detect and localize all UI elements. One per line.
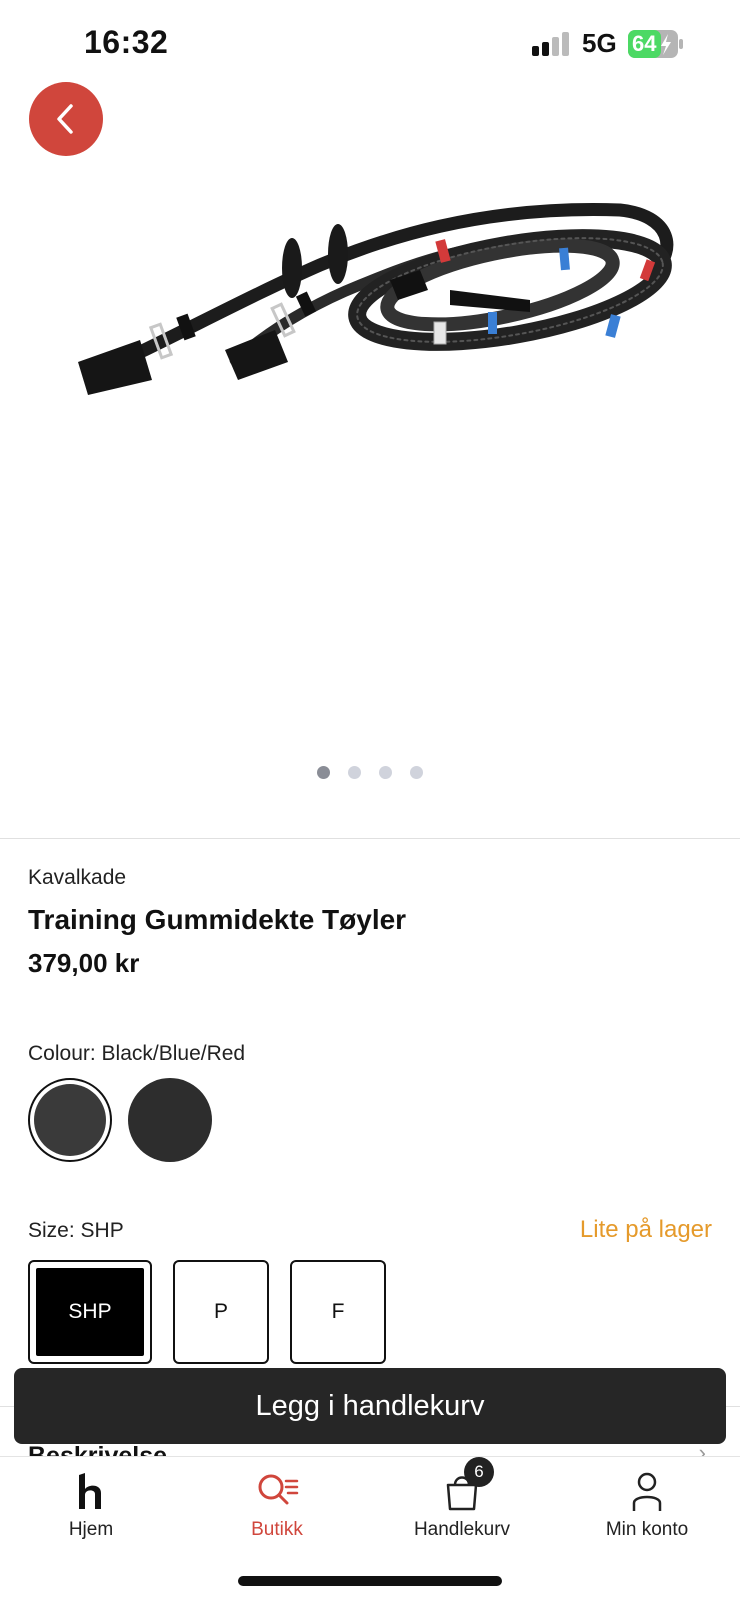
- tab-shop[interactable]: Butikk: [202, 1469, 352, 1559]
- back-button[interactable]: [29, 82, 103, 156]
- product-image[interactable]: [60, 190, 680, 430]
- network-type: 5G: [582, 28, 617, 58]
- tab-label: Handlekurv: [413, 1519, 511, 1540]
- carousel-dot-4[interactable]: [410, 766, 423, 779]
- colour-swatch-fill: [34, 1084, 106, 1156]
- colour-label: Colour: Black/Blue/Red: [28, 1042, 246, 1065]
- tab-label: Hjem: [68, 1519, 114, 1540]
- user-icon: [632, 1472, 662, 1511]
- product-price: 379,00 kr: [28, 948, 140, 978]
- carousel-dot-1[interactable]: [317, 766, 330, 779]
- tab-account[interactable]: Min konto: [572, 1469, 722, 1559]
- tab-home[interactable]: Hjem: [16, 1469, 166, 1559]
- tab-cart[interactable]: 6 Handlekurv: [387, 1457, 537, 1559]
- size-label: Size: SHP: [28, 1219, 124, 1242]
- signal-icon: [532, 32, 569, 56]
- tab-label: Butikk: [251, 1519, 303, 1540]
- search-list-icon: [258, 1474, 299, 1505]
- divider: [0, 838, 740, 839]
- battery-level: 64: [632, 31, 657, 56]
- home-h-icon: [79, 1473, 101, 1509]
- shopping-bag-icon: 6: [440, 1457, 494, 1513]
- colour-swatch-selected[interactable]: [28, 1078, 112, 1162]
- tab-label: Min konto: [605, 1519, 689, 1540]
- product-brand[interactable]: Kavalkade: [28, 866, 126, 890]
- home-indicator: [238, 1576, 502, 1586]
- size-option-label: SHP: [36, 1268, 144, 1356]
- colour-swatch[interactable]: [128, 1078, 212, 1162]
- image-carousel-dots: [0, 766, 740, 779]
- size-option-p[interactable]: P: [173, 1260, 269, 1364]
- carousel-dot-2[interactable]: [348, 766, 361, 779]
- add-to-cart-button[interactable]: Legg i handlekurv: [14, 1368, 726, 1444]
- carousel-dot-3[interactable]: [379, 766, 392, 779]
- size-option-f[interactable]: F: [290, 1260, 386, 1364]
- chevron-left-icon: [57, 104, 73, 134]
- stock-status: Lite på lager: [579, 1216, 712, 1243]
- size-option-shp[interactable]: SHP: [28, 1260, 152, 1364]
- cart-count-badge: 6: [464, 1457, 494, 1487]
- status-time: 16:32: [84, 24, 169, 60]
- product-title: Training Gummidekte Tøyler: [28, 904, 407, 935]
- status-bar: 16:32 5G 64: [0, 0, 740, 80]
